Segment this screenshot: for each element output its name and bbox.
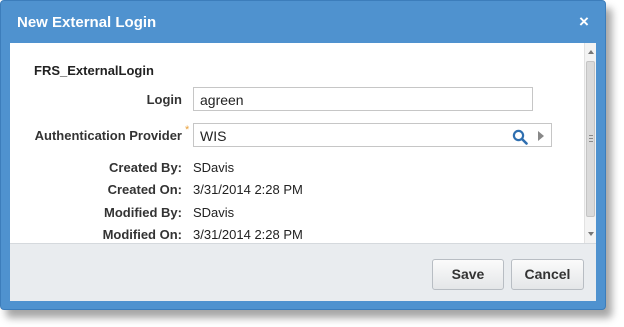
expand-arrow-icon[interactable] xyxy=(538,131,544,141)
dialog-title: New External Login xyxy=(17,14,157,31)
search-icon[interactable] xyxy=(512,129,528,145)
authentication-provider-label: Authentication Provider xyxy=(34,128,182,143)
created-on-value: 3/31/2014 2:28 PM xyxy=(193,182,303,197)
grip-line xyxy=(589,141,593,142)
dialog-footer: Save Cancel xyxy=(10,243,596,301)
authentication-provider-value: WIS xyxy=(200,128,227,144)
created-on-label: Created On: xyxy=(107,182,182,197)
scroll-up-arrow-icon[interactable] xyxy=(588,50,594,54)
dialog-body: FRS_ExternalLogin Login agreen Authentic… xyxy=(10,43,596,243)
modified-by-label: Modified By: xyxy=(104,205,182,220)
new-external-login-dialog: New External Login × FRS_ExternalLogin L… xyxy=(0,0,606,310)
created-by-label: Created By: xyxy=(109,160,182,175)
modified-on-label: Modified On: xyxy=(102,227,182,242)
cancel-button[interactable]: Cancel xyxy=(511,259,584,290)
grip-line xyxy=(589,135,593,136)
vertical-scrollbar[interactable] xyxy=(584,43,596,243)
save-button[interactable]: Save xyxy=(432,259,504,290)
modified-by-value: SDavis xyxy=(193,205,235,220)
login-label: Login xyxy=(146,92,182,107)
required-marker: * xyxy=(185,124,190,136)
modified-on-value: 3/31/2014 2:28 PM xyxy=(193,227,303,242)
scroll-down-arrow-icon[interactable] xyxy=(588,232,594,236)
grip-line xyxy=(589,138,593,139)
login-input[interactable]: agreen xyxy=(193,87,533,111)
authentication-provider-field[interactable]: WIS xyxy=(193,123,552,147)
scrollbar-thumb[interactable] xyxy=(586,61,595,217)
created-by-value: SDavis xyxy=(193,160,235,175)
dialog-title-bar: New External Login × xyxy=(1,1,605,43)
close-icon[interactable]: × xyxy=(575,13,593,31)
section-title: FRS_ExternalLogin xyxy=(34,63,154,78)
